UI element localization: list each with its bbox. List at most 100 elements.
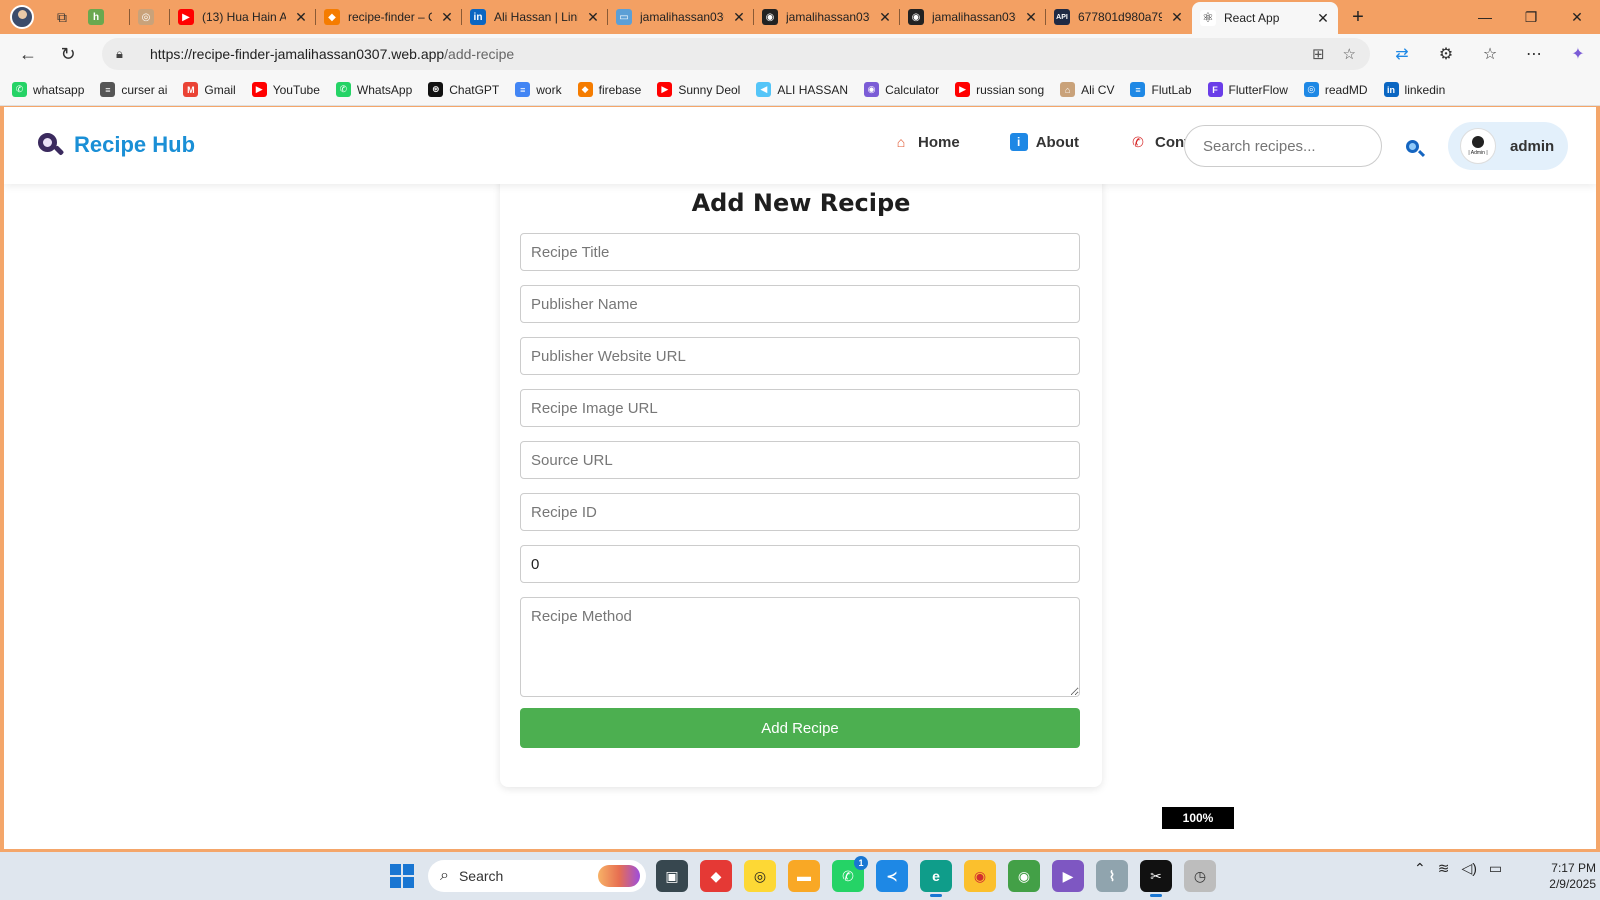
recipe-title-input[interactable] — [520, 233, 1080, 271]
bookmark-youtube[interactable]: ▶ YouTube — [251, 82, 320, 97]
more-menu-icon[interactable]: ⋯ — [1512, 34, 1556, 74]
translate-icon[interactable]: ⇄ — [1380, 34, 1424, 74]
recipe-method-textarea[interactable] — [520, 597, 1080, 697]
app-available-icon[interactable]: ⊞ — [1312, 45, 1325, 63]
wifi-icon[interactable]: ≋ — [1438, 860, 1450, 877]
bookmark-whatsapp[interactable]: ✆ whatsapp — [12, 82, 84, 97]
tab-7[interactable]: ◉ jamalihassan030 ✕ — [754, 0, 900, 34]
bookmark-sunny-deol[interactable]: ▶ Sunny Deol — [657, 82, 740, 97]
bookmark-label: Gmail — [204, 82, 236, 97]
nav-about[interactable]: i About — [1009, 133, 1079, 151]
tab-4[interactable]: ◆ recipe-finder – C ✕ — [316, 0, 462, 34]
youtube-icon: ▶ — [657, 82, 673, 97]
social-rank-input[interactable] — [520, 545, 1080, 583]
bookmark-whatsapp-2[interactable]: ✆ WhatsApp — [335, 82, 412, 97]
close-tab-icon[interactable]: ✕ — [1316, 10, 1330, 27]
bookmark-flutlab[interactable]: ≡ FlutLab — [1130, 82, 1192, 97]
extensions-icon[interactable]: ⚙ — [1424, 34, 1468, 74]
bookmark-linkedin[interactable]: in linkedin — [1383, 82, 1446, 97]
bookmark-readmd[interactable]: ◎ readMD — [1303, 82, 1368, 97]
tab-9[interactable]: API 677801d980a79 ✕ — [1046, 0, 1192, 34]
edge-icon[interactable]: e — [920, 860, 952, 897]
bookmark-russian-song[interactable]: ▶ russian song — [955, 82, 1044, 97]
phone-icon: ✆ — [1132, 133, 1144, 150]
bookmark-flutterflow[interactable]: F FlutterFlow — [1207, 82, 1288, 97]
restore-icon[interactable]: ❐ — [1508, 0, 1554, 34]
chat-app-icon[interactable]: ◎ — [744, 860, 776, 892]
close-tab-icon[interactable]: ✕ — [878, 9, 892, 26]
tab-2[interactable]: ◎ — [130, 0, 170, 34]
close-tab-icon[interactable]: ✕ — [1024, 9, 1038, 26]
lock-icon[interactable]: 🔒︎ — [116, 46, 140, 62]
bookmark-firebase[interactable]: ◆ firebase — [577, 82, 641, 97]
tab-5[interactable]: in Ali Hassan | Link ✕ — [462, 0, 608, 34]
taskbar-search-label: Search — [458, 868, 504, 884]
back-icon[interactable]: ← — [8, 34, 48, 74]
favorites-icon[interactable]: ☆ — [1468, 34, 1512, 74]
tray-overflow-icon[interactable]: ⌃ — [1414, 860, 1426, 877]
add-recipe-button[interactable]: Add Recipe — [520, 708, 1080, 748]
close-tab-icon[interactable]: ✕ — [732, 9, 746, 26]
close-tab-icon[interactable]: ✕ — [1170, 9, 1184, 26]
bookmark-curser-ai[interactable]: ≡ curser ai — [100, 82, 167, 97]
chrome-icon[interactable]: ◉ — [964, 860, 996, 892]
close-tab-icon[interactable]: ✕ — [294, 9, 308, 26]
favorite-star-icon[interactable]: ☆ — [1343, 45, 1356, 63]
publisher-name-input[interactable] — [520, 285, 1080, 323]
battery-icon[interactable]: ▭ — [1489, 860, 1502, 877]
task-view-icon[interactable]: ▣ — [656, 860, 688, 892]
zoom-indicator: 100% — [1162, 807, 1234, 829]
vscode-icon[interactable]: ≺ — [876, 860, 908, 892]
bookmark-calculator[interactable]: ◉ Calculator — [864, 82, 939, 97]
bookmark-work[interactable]: ≡ work — [515, 82, 562, 97]
bookmark-label: FlutterFlow — [1228, 82, 1288, 97]
tab-3[interactable]: ▶ (13) Hua Hain Aa ✕ — [170, 0, 316, 34]
image-url-input[interactable] — [520, 389, 1080, 427]
tab-6[interactable]: ▭ jamalihassan030 ✕ — [608, 0, 754, 34]
user-menu[interactable]: | Admin | admin — [1448, 122, 1568, 170]
bookmark-chatgpt[interactable]: ⊛ ChatGPT — [428, 82, 499, 97]
source-url-input[interactable] — [520, 441, 1080, 479]
bookmark-label: linkedin — [1404, 82, 1446, 97]
taskbar-search[interactable]: ⌕ Search — [428, 860, 646, 892]
bookmark-label: russian song — [976, 82, 1045, 97]
whatsapp-icon[interactable]: ✆ 1 — [832, 856, 868, 892]
close-window-icon[interactable]: ✕ — [1554, 0, 1600, 34]
nav-home[interactable]: ⌂ Home — [892, 133, 960, 151]
tab-8[interactable]: ◉ jamalihassan030 ✕ — [900, 0, 1046, 34]
whatsapp-badge: 1 — [854, 856, 868, 870]
capcut-icon[interactable]: ✂ — [1140, 860, 1172, 897]
user-name: admin — [1510, 137, 1555, 155]
anydesk-icon[interactable]: ◆ — [700, 860, 732, 892]
copilot-icon[interactable]: ✦ — [1556, 34, 1600, 74]
volume-icon[interactable]: ◁) — [1461, 860, 1476, 877]
address-bar[interactable]: 🔒︎ https://recipe-finder-jamalihassan030… — [102, 38, 1370, 70]
close-tab-icon[interactable]: ✕ — [440, 9, 454, 26]
clock-app-icon[interactable]: ◷ — [1184, 860, 1216, 892]
visual-studio-icon[interactable]: ▶ — [1052, 860, 1084, 892]
publisher-url-input[interactable] — [520, 337, 1080, 375]
bookmark-gmail[interactable]: M Gmail — [183, 82, 236, 97]
tab-title: (13) Hua Hain Aa — [202, 10, 286, 24]
performance-monitor-icon[interactable]: ⌇ — [1096, 860, 1128, 892]
tab-react-app[interactable]: ⚛ React App ✕ — [1192, 2, 1338, 34]
firebase-icon: ◆ — [324, 9, 340, 25]
search-input[interactable] — [1184, 125, 1382, 167]
workspaces-icon[interactable]: ⧉ — [44, 0, 80, 34]
taskbar-clock[interactable]: 7:17 PM 2/9/2025 — [1530, 860, 1596, 892]
windows-start-icon[interactable] — [390, 864, 414, 888]
new-tab-button[interactable]: + — [1338, 0, 1378, 34]
brand-logo[interactable]: Recipe Hub — [36, 131, 195, 159]
file-explorer-icon[interactable]: ▬ — [788, 860, 820, 892]
recipe-id-input[interactable] — [520, 493, 1080, 531]
minimize-icon[interactable]: — — [1462, 0, 1508, 34]
brand-name: Recipe Hub — [74, 132, 196, 157]
chrome-canary-icon[interactable]: ◉ — [1008, 860, 1040, 892]
profile-button[interactable] — [0, 0, 44, 34]
search-icon[interactable] — [1400, 134, 1424, 158]
tab-1[interactable]: h — [80, 0, 130, 34]
close-tab-icon[interactable]: ✕ — [586, 9, 600, 26]
bookmark-ali-hassan[interactable]: ◀ ALI HASSAN — [756, 82, 848, 97]
reload-icon[interactable]: ↻ — [48, 34, 88, 74]
bookmark-ali-cv[interactable]: ⌂ Ali CV — [1060, 82, 1114, 97]
